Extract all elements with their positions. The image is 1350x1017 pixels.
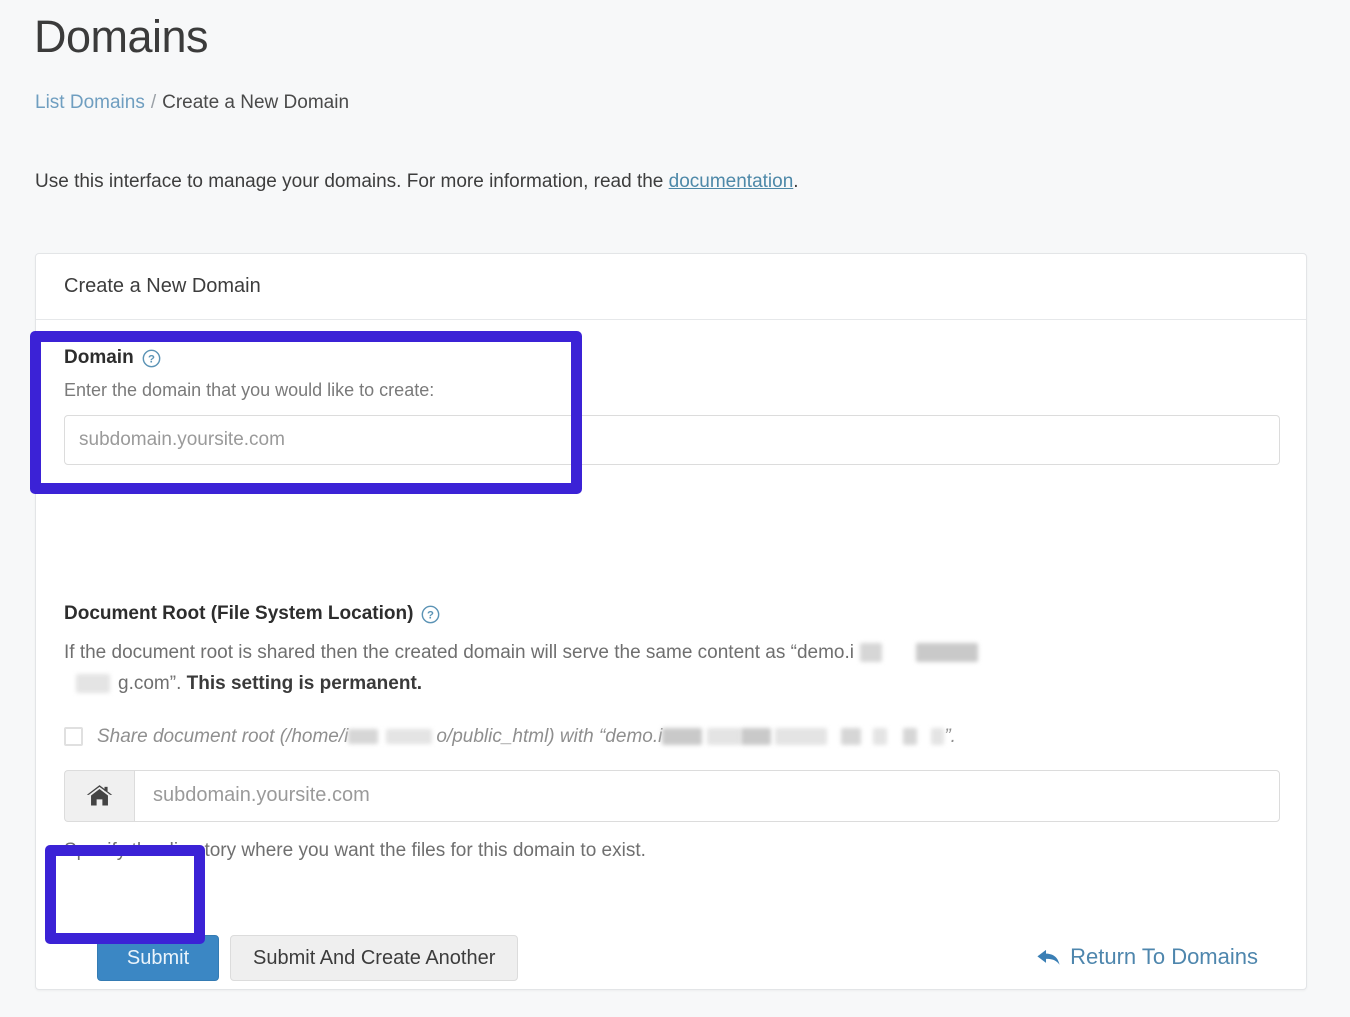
redacted-block bbox=[386, 729, 433, 745]
redacted-block bbox=[707, 728, 742, 746]
redacted-block bbox=[873, 728, 888, 746]
domain-field-help: Enter the domain that you would like to … bbox=[64, 380, 435, 400]
redacted-block bbox=[775, 728, 828, 746]
share-label-part-3: ”. bbox=[944, 725, 956, 747]
document-root-description: If the document root is shared then the … bbox=[64, 638, 994, 700]
share-label-part-2: o/public_html) with “demo.i bbox=[436, 725, 663, 747]
document-root-description-bold: This setting is permanent. bbox=[186, 672, 423, 694]
return-to-domains-link[interactable]: Return To Domains bbox=[1036, 944, 1258, 970]
redacted-block bbox=[76, 674, 110, 694]
return-to-domains-label: Return To Domains bbox=[1070, 944, 1258, 969]
redacted-block bbox=[859, 643, 882, 663]
redacted-block bbox=[741, 728, 772, 746]
redacted-block bbox=[903, 728, 918, 746]
share-document-root-checkbox[interactable] bbox=[64, 727, 83, 747]
card-header-title: Create a New Domain bbox=[64, 275, 261, 297]
breadcrumb-separator: / bbox=[150, 92, 157, 113]
document-root-hint: Specify the directory where you want the… bbox=[64, 839, 646, 861]
svg-text:?: ? bbox=[148, 353, 155, 365]
domain-label-text: Domain bbox=[64, 347, 134, 368]
redacted-block bbox=[915, 643, 978, 663]
submit-and-create-another-button[interactable]: Submit And Create Another bbox=[230, 935, 519, 981]
breadcrumb-current: Create a New Domain bbox=[162, 92, 350, 113]
document-root-field-label: Document Root (File System Location) ? bbox=[64, 603, 1280, 625]
redacted-block bbox=[662, 728, 703, 746]
document-root-input-wrapper bbox=[64, 769, 1280, 822]
redacted-block bbox=[348, 729, 379, 745]
form-actions: Submit Submit And Create Another Return … bbox=[64, 924, 1280, 981]
home-icon bbox=[64, 769, 134, 822]
page-title: Domains bbox=[34, 11, 209, 62]
document-root-input[interactable] bbox=[134, 769, 1280, 822]
redacted-block bbox=[931, 728, 945, 746]
svg-text:?: ? bbox=[427, 609, 434, 621]
document-root-description-part-2: g.com”. bbox=[118, 672, 187, 694]
documentation-link[interactable]: documentation bbox=[669, 171, 794, 192]
share-document-root-row: Share document root (/home/i o/public_htm… bbox=[64, 726, 1280, 748]
domain-field-group: Domain ? Enter the domain that you would… bbox=[64, 347, 1280, 465]
domain-input[interactable] bbox=[64, 415, 1280, 465]
document-root-description-part-1: If the document root is shared then the … bbox=[64, 642, 854, 663]
redacted-block bbox=[841, 728, 862, 746]
intro-text-before: Use this interface to manage your domain… bbox=[35, 171, 669, 192]
document-root-label-text: Document Root (File System Location) bbox=[64, 603, 414, 624]
create-domain-card: Create a New Domain Domain ? Enter the d… bbox=[35, 253, 1307, 990]
card-header: Create a New Domain bbox=[36, 254, 1306, 320]
breadcrumb: List Domains / Create a New Domain bbox=[35, 92, 349, 114]
share-label-part-1: Share document root (/home/i bbox=[97, 725, 349, 747]
question-circle-icon[interactable]: ? bbox=[142, 349, 161, 368]
question-circle-icon[interactable]: ? bbox=[421, 605, 440, 624]
breadcrumb-link-list-domains[interactable]: List Domains bbox=[35, 92, 145, 113]
share-document-root-label: Share document root (/home/i o/public_htm… bbox=[97, 726, 956, 748]
arrow-back-icon bbox=[1036, 947, 1061, 968]
submit-button[interactable]: Submit bbox=[97, 935, 219, 981]
intro-text: Use this interface to manage your domain… bbox=[35, 171, 799, 193]
domain-field-label: Domain ? bbox=[64, 347, 1280, 369]
intro-text-after: . bbox=[793, 171, 799, 192]
document-root-field-group: Document Root (File System Location) ? I… bbox=[64, 603, 1280, 862]
